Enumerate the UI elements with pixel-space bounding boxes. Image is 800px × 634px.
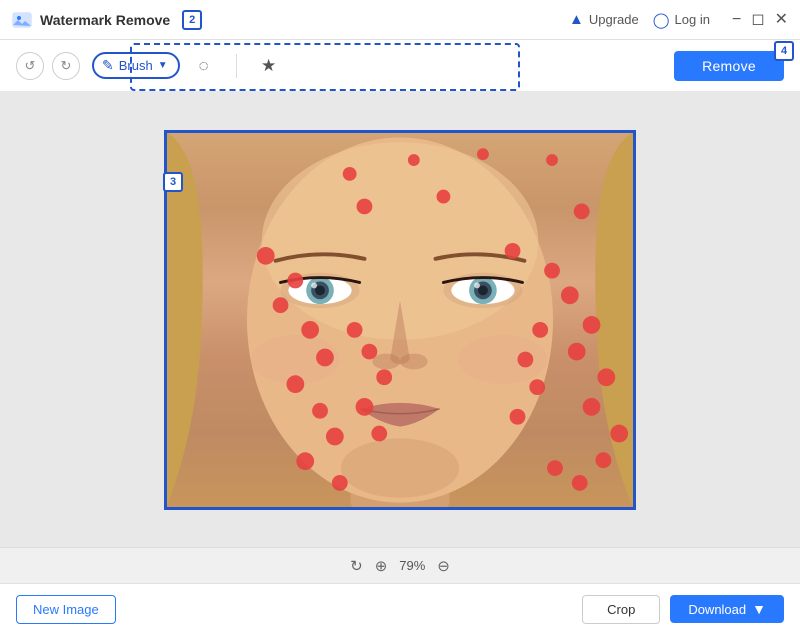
- redo-icon: ↻: [61, 58, 72, 74]
- chevron-down-icon: ▼: [158, 60, 168, 71]
- window-controls: − ◻ ✕: [732, 12, 788, 28]
- undo-button[interactable]: ↺: [16, 52, 44, 80]
- eraser-icon: ★: [261, 56, 276, 76]
- face-background: [167, 133, 633, 507]
- image-canvas[interactable]: [164, 130, 636, 510]
- close-button[interactable]: ✕: [775, 12, 788, 28]
- app-logo-icon: [12, 10, 32, 30]
- user-icon: ◯: [653, 11, 670, 29]
- brush-tool-button[interactable]: ✎ Brush ▼: [92, 52, 180, 79]
- remove-section: Remove 4: [674, 51, 784, 81]
- step-badge-4: 4: [774, 41, 794, 61]
- title-bar: Watermark Remove 2 ▲ Upgrade ◯ Log in − …: [0, 0, 800, 40]
- title-actions: ▲ Upgrade ◯ Log in − ◻ ✕: [569, 11, 788, 29]
- download-label: Download: [688, 602, 746, 617]
- minimize-button[interactable]: −: [732, 12, 741, 28]
- redo-button[interactable]: ↻: [52, 52, 80, 80]
- step-badge-2: 2: [182, 10, 202, 30]
- download-icon: ▼: [752, 601, 766, 617]
- upgrade-icon: ▲: [569, 11, 584, 28]
- new-image-button[interactable]: New Image: [16, 595, 116, 624]
- rotate-button[interactable]: ↻: [350, 557, 363, 575]
- upgrade-button[interactable]: ▲ Upgrade: [569, 11, 639, 28]
- zoom-bar: ↻ ⊕ 79% ⊖: [0, 547, 800, 583]
- toolbar-divider: [236, 54, 237, 78]
- zoom-in-button[interactable]: ⊕: [375, 557, 388, 575]
- title-left: Watermark Remove 2: [12, 10, 202, 30]
- crop-button[interactable]: Crop: [582, 595, 660, 624]
- lasso-icon: ◌: [199, 56, 209, 76]
- brush-label: Brush: [119, 58, 153, 73]
- app-title: Watermark Remove: [40, 12, 170, 28]
- toolbar: ↺ ↻ ✎ Brush ▼ ◌ ★ Remove 4: [0, 40, 800, 92]
- face-overlay: [167, 133, 633, 507]
- undo-icon: ↺: [25, 58, 36, 74]
- download-button[interactable]: Download ▼: [670, 595, 784, 623]
- remove-button[interactable]: Remove: [674, 51, 784, 81]
- main-canvas: 3: [0, 92, 800, 547]
- bottom-right-actions: Crop Download ▼: [582, 595, 784, 624]
- eraser-tool-button[interactable]: ★: [253, 50, 285, 82]
- zoom-level: 79%: [399, 558, 425, 573]
- maximize-button[interactable]: ◻: [751, 12, 764, 28]
- zoom-out-button[interactable]: ⊖: [437, 557, 450, 575]
- lasso-tool-button[interactable]: ◌: [188, 50, 220, 82]
- step-badge-3: 3: [163, 172, 183, 192]
- bottom-bar: New Image Crop Download ▼: [0, 583, 800, 634]
- brush-icon: ✎: [102, 57, 114, 74]
- login-button[interactable]: ◯ Log in: [653, 11, 710, 29]
